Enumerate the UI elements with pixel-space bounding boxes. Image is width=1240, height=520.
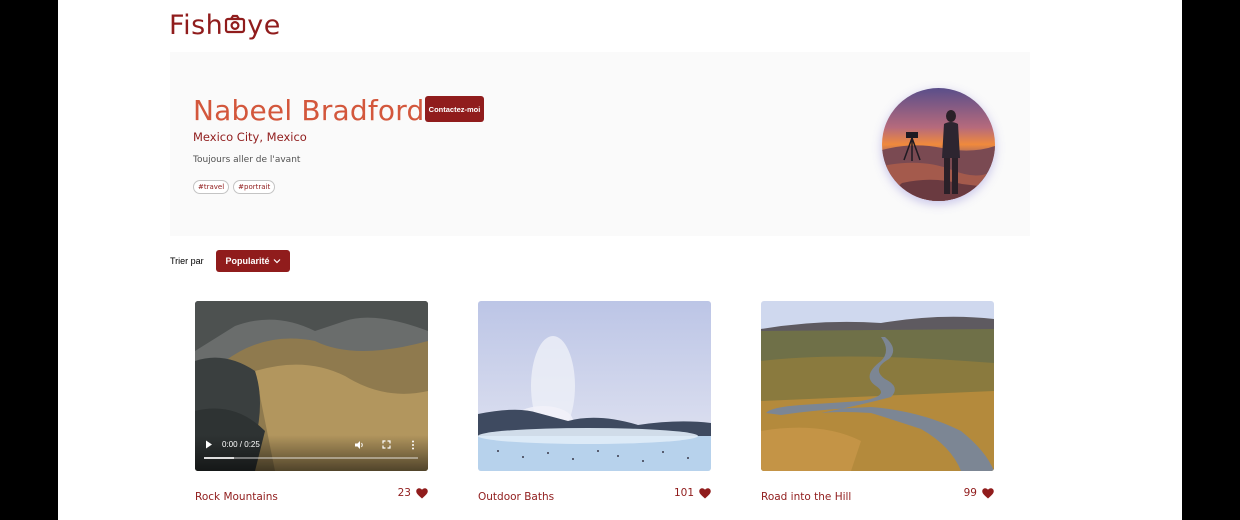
photographer-name: Nabeel Bradford xyxy=(193,94,425,127)
media-likes[interactable]: 99 xyxy=(964,487,994,499)
heart-icon[interactable] xyxy=(416,487,428,499)
sort-selected: Popularité xyxy=(225,256,270,266)
logo-text-right: ye xyxy=(247,9,281,41)
camera-icon xyxy=(225,14,246,34)
contact-button[interactable]: Contactez-moi xyxy=(425,96,484,122)
media-image[interactable] xyxy=(761,301,994,471)
sort-dropdown[interactable]: Popularité xyxy=(216,250,290,272)
more-icon[interactable] xyxy=(411,440,415,450)
likes-count: 99 xyxy=(963,487,977,499)
media-image[interactable] xyxy=(478,301,711,471)
heart-icon[interactable] xyxy=(699,487,711,499)
tag-list: #travel #portrait xyxy=(193,180,276,194)
photographer-location: Mexico City, Mexico xyxy=(193,130,307,144)
volume-icon[interactable] xyxy=(354,440,365,450)
tag-travel[interactable]: #travel xyxy=(193,180,230,194)
media-card: Road into the Hill 99 xyxy=(761,301,994,503)
video-time: 0:00 / 0:25 xyxy=(222,440,260,449)
video-progress[interactable] xyxy=(204,457,418,459)
media-title: Outdoor Baths xyxy=(478,491,555,503)
logo-text-left: Fish xyxy=(169,9,224,41)
media-title: Road into the Hill xyxy=(761,491,852,503)
likes-count: 23 xyxy=(397,487,411,499)
avatar xyxy=(882,88,995,201)
media-video[interactable]: 0:00 / 0:25 xyxy=(195,301,428,471)
heart-icon[interactable] xyxy=(982,487,994,499)
media-likes[interactable]: 101 xyxy=(674,487,711,499)
logo[interactable]: Fish ye xyxy=(169,6,281,44)
chevron-down-icon xyxy=(273,259,280,264)
fullscreen-icon[interactable] xyxy=(382,440,391,449)
tag-portrait[interactable]: #portrait xyxy=(233,180,276,194)
media-card: 0:00 / 0:25 Rock Mountains 23 xyxy=(195,301,428,503)
sort-label: Trier par xyxy=(170,256,204,266)
likes-count: 101 xyxy=(673,487,694,499)
play-icon[interactable] xyxy=(205,440,213,449)
media-likes[interactable]: 23 xyxy=(398,487,428,499)
photographer-tagline: Toujours aller de l'avant xyxy=(193,155,301,165)
media-title: Rock Mountains xyxy=(195,491,278,503)
page: Fish ye Nabeel Bradford Contactez-moi Me… xyxy=(58,0,1182,520)
photographer-header: Nabeel Bradford Contactez-moi Mexico Cit… xyxy=(170,52,1030,236)
media-card: Outdoor Baths 101 xyxy=(478,301,711,503)
